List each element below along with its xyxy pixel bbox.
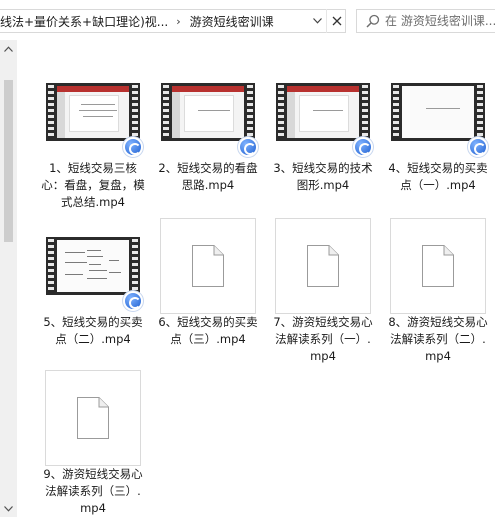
address-bar-area: 线法+量价关系+缺口理论)视... › 游资短线密训课 (0, 0, 495, 40)
file-name: 9、游资短线交易心法解读系列（三）.mp4 (43, 467, 143, 515)
scroll-up-arrow[interactable] (0, 40, 17, 57)
breadcrumb-parent[interactable]: 线法+量价关系+缺口理论)视... (0, 13, 168, 30)
file-name: 7、游资短线交易心法解读系列（一）.mp4 (273, 315, 373, 363)
search-input[interactable] (385, 14, 495, 28)
video-frame (46, 83, 140, 141)
file-thumbnail (384, 218, 492, 314)
search-icon (366, 14, 380, 28)
generic-file-icon (192, 245, 224, 287)
file-name: 6、短线交易的买卖点（三）.mp4 (158, 315, 258, 346)
generic-file-icon (307, 245, 339, 287)
baidu-player-icon (123, 137, 143, 157)
search-box[interactable] (356, 9, 495, 33)
file-name: 2、短线交易的看盘思路.mp4 (158, 161, 258, 192)
file-name: 3、短线交易的技术图形.mp4 (273, 161, 373, 192)
file-thumbnail (39, 370, 147, 466)
baidu-player-icon (123, 291, 143, 311)
file-name: 5、短线交易的买卖点（二）.mp4 (43, 315, 143, 346)
file-thumbnail-frame (275, 218, 371, 314)
file-item[interactable]: 5、短线交易的买卖点（二）.mp4 (39, 218, 147, 348)
breadcrumb-current[interactable]: 游资短线密训课 (190, 13, 274, 30)
generic-file-icon (422, 245, 454, 287)
file-item[interactable]: 7、游资短线交易心法解读系列（一）.mp4 (269, 218, 377, 365)
file-name: 1、短线交易三核心：看盘，复盘，模式总结.mp4 (41, 161, 145, 209)
chevron-down-icon[interactable] (308, 9, 326, 33)
file-thumbnail-frame (160, 218, 256, 314)
file-item[interactable]: 3、短线交易的技术图形.mp4 (269, 64, 377, 194)
scroll-down-arrow[interactable] (0, 500, 17, 517)
file-thumbnail (154, 218, 262, 314)
baidu-player-icon (353, 137, 373, 157)
file-grid: 1、短线交易三核心：看盘，复盘，模式总结.mp4 2、短线交易的看盘思路.mp4 (17, 40, 495, 517)
baidu-player-icon (468, 137, 488, 157)
file-item[interactable]: 1、短线交易三核心：看盘，复盘，模式总结.mp4 (39, 64, 147, 211)
file-thumbnail-frame (45, 370, 141, 466)
video-frame (276, 83, 370, 141)
close-icon[interactable] (326, 9, 346, 33)
file-thumbnail (269, 218, 377, 314)
file-item[interactable]: 9、游资短线交易心法解读系列（三）.mp4 (39, 370, 147, 517)
file-item[interactable]: 8、游资短线交易心法解读系列（二）.mp4 (384, 218, 492, 365)
vertical-scrollbar[interactable] (0, 40, 17, 517)
video-thumbnail (269, 64, 377, 160)
video-frame (391, 83, 485, 141)
video-frame (161, 83, 255, 141)
address-bar[interactable]: 线法+量价关系+缺口理论)视... › 游资短线密训课 (0, 9, 346, 33)
scroll-thumb[interactable] (4, 80, 13, 242)
video-thumbnail (384, 64, 492, 160)
file-name: 8、游资短线交易心法解读系列（二）.mp4 (388, 315, 488, 363)
file-thumbnail-frame (390, 218, 486, 314)
video-thumbnail (39, 64, 147, 160)
baidu-player-icon (238, 137, 258, 157)
video-thumbnail (39, 218, 147, 314)
file-item[interactable]: 4、短线交易的买卖点（一）.mp4 (384, 64, 492, 194)
breadcrumb-separator-icon[interactable]: › (176, 15, 180, 28)
video-thumbnail (154, 64, 262, 160)
file-name: 4、短线交易的买卖点（一）.mp4 (388, 161, 488, 192)
video-frame (46, 237, 140, 295)
file-item[interactable]: 2、短线交易的看盘思路.mp4 (154, 64, 262, 194)
generic-file-icon (77, 397, 109, 439)
file-item[interactable]: 6、短线交易的买卖点（三）.mp4 (154, 218, 262, 348)
